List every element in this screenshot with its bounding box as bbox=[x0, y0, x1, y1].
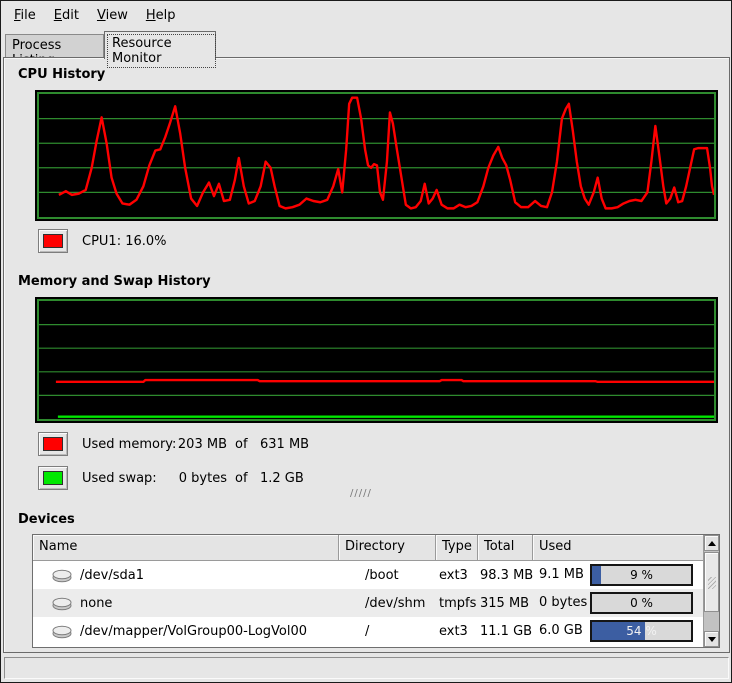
swap-of-text: of bbox=[235, 471, 249, 486]
device-name: /dev/mapper/VolGroup00-LogVol00 bbox=[80, 624, 307, 639]
usage-percent-label: 0 % bbox=[592, 594, 691, 612]
device-directory-cell: / bbox=[339, 624, 436, 639]
swap-color-button[interactable] bbox=[38, 466, 68, 490]
arrow-down-icon bbox=[708, 637, 716, 646]
cpu-color-button[interactable] bbox=[38, 229, 68, 253]
swap-total-value: 1.2 GB bbox=[260, 471, 304, 486]
memory-of-text: of bbox=[235, 437, 249, 452]
memory-swap-plot bbox=[37, 299, 716, 421]
devices-table-main: Name Directory Type Total Used /dev/sda1… bbox=[33, 535, 703, 647]
cpu-color-swatch bbox=[43, 234, 63, 248]
devices-table-header: Name Directory Type Total Used bbox=[33, 535, 703, 561]
resource-monitor-panel: CPU History CPU1: 16.0% Memory and Swap … bbox=[3, 57, 730, 653]
cpu-legend-label: CPU1: 16.0% bbox=[82, 234, 167, 249]
tab-process-listing[interactable]: Process Listing bbox=[5, 34, 104, 57]
scroll-up-button[interactable] bbox=[704, 535, 719, 551]
swap-legend: Used swap: 0 bytes of 1.2 GB bbox=[38, 466, 304, 490]
menu-file[interactable]: File bbox=[5, 4, 45, 27]
arrow-up-icon bbox=[708, 537, 716, 546]
memory-legend-label: Used memory: bbox=[82, 437, 177, 452]
device-name: /dev/sda1 bbox=[80, 568, 144, 583]
vertical-scrollbar[interactable] bbox=[703, 535, 719, 647]
cpu-history-graph bbox=[35, 90, 718, 221]
devices-title: Devices bbox=[18, 512, 75, 527]
memory-history-title: Memory and Swap History bbox=[18, 274, 211, 289]
scrollbar-track[interactable] bbox=[704, 551, 719, 631]
memory-total-value: 631 MB bbox=[260, 437, 309, 452]
device-name: none bbox=[80, 596, 112, 611]
usage-progress-bar: 9 % bbox=[590, 564, 693, 586]
device-directory-cell: /boot bbox=[339, 568, 436, 583]
memory-color-button[interactable] bbox=[38, 432, 68, 456]
device-directory-cell: /dev/shm bbox=[339, 596, 436, 611]
column-header-directory[interactable]: Directory bbox=[339, 535, 436, 561]
swap-color-swatch bbox=[43, 471, 63, 485]
usage-progress-bar: 54 % bbox=[590, 620, 693, 642]
menu-view[interactable]: View bbox=[88, 4, 137, 27]
column-header-used[interactable]: Used bbox=[533, 535, 703, 561]
table-row[interactable]: /dev/sda1/bootext398.3 MB9.1 MB9 % bbox=[33, 561, 703, 589]
device-name-cell: none bbox=[33, 595, 339, 611]
device-type-cell: ext3 bbox=[436, 624, 478, 639]
device-total-cell: 11.1 GB bbox=[478, 624, 533, 639]
memory-used-value: 203 MB bbox=[177, 437, 227, 452]
menu-edit[interactable]: Edit bbox=[45, 4, 88, 27]
cpu-history-title: CPU History bbox=[18, 67, 105, 82]
cpu-legend: CPU1: 16.0% bbox=[38, 229, 167, 253]
menu-bar: File Edit View Help bbox=[3, 2, 729, 29]
drive-icon bbox=[51, 567, 73, 583]
devices-table: Name Directory Type Total Used /dev/sda1… bbox=[32, 534, 720, 648]
device-total-cell: 315 MB bbox=[478, 596, 533, 611]
tab-bar: Process Listing Resource Monitor bbox=[3, 30, 729, 58]
pane-resize-grip[interactable]: ///// bbox=[350, 488, 372, 499]
cpu-history-plot bbox=[37, 92, 716, 219]
table-row[interactable]: /dev/mapper/VolGroup00-LogVol00 /ext311.1… bbox=[33, 617, 703, 645]
column-header-total[interactable]: Total bbox=[478, 535, 533, 561]
scrollbar-thumb[interactable] bbox=[704, 552, 719, 612]
status-bar bbox=[4, 657, 729, 679]
devices-table-body: /dev/sda1/bootext398.3 MB9.1 MB9 %none/d… bbox=[33, 561, 703, 645]
device-used-cell: 6.0 GB54 % bbox=[533, 617, 703, 645]
device-type-cell: ext3 bbox=[436, 568, 478, 583]
column-header-name[interactable]: Name bbox=[33, 535, 339, 561]
column-header-type[interactable]: Type bbox=[436, 535, 478, 561]
device-name-cell: /dev/sda1 bbox=[33, 567, 339, 583]
scroll-down-button[interactable] bbox=[704, 631, 719, 647]
usage-percent-label: 54 % bbox=[592, 622, 691, 640]
memory-swap-graph bbox=[35, 297, 718, 423]
tab-label: Resource Monitor bbox=[108, 35, 215, 67]
menu-help[interactable]: Help bbox=[137, 4, 185, 27]
device-used-cell: 0 bytes0 % bbox=[533, 589, 703, 617]
tab-resource-monitor[interactable]: Resource Monitor bbox=[104, 31, 216, 59]
swap-legend-label: Used swap: bbox=[82, 471, 177, 486]
swap-used-value: 0 bytes bbox=[177, 471, 227, 486]
memory-color-swatch bbox=[43, 437, 63, 451]
device-type-cell: tmpfs bbox=[436, 596, 478, 611]
usage-percent-label: 9 % bbox=[592, 566, 691, 584]
system-monitor-window: File Edit View Help Process Listing Reso… bbox=[0, 0, 732, 683]
drive-icon bbox=[51, 623, 73, 639]
drive-icon bbox=[51, 595, 73, 611]
usage-progress-bar: 0 % bbox=[590, 592, 693, 614]
table-row[interactable]: none/dev/shmtmpfs315 MB0 bytes0 % bbox=[33, 589, 703, 617]
device-used-cell: 9.1 MB9 % bbox=[533, 561, 703, 589]
memory-legend: Used memory: 203 MB of 631 MB bbox=[38, 432, 309, 456]
device-name-cell: /dev/mapper/VolGroup00-LogVol00 bbox=[33, 623, 339, 639]
device-total-cell: 98.3 MB bbox=[478, 568, 533, 583]
